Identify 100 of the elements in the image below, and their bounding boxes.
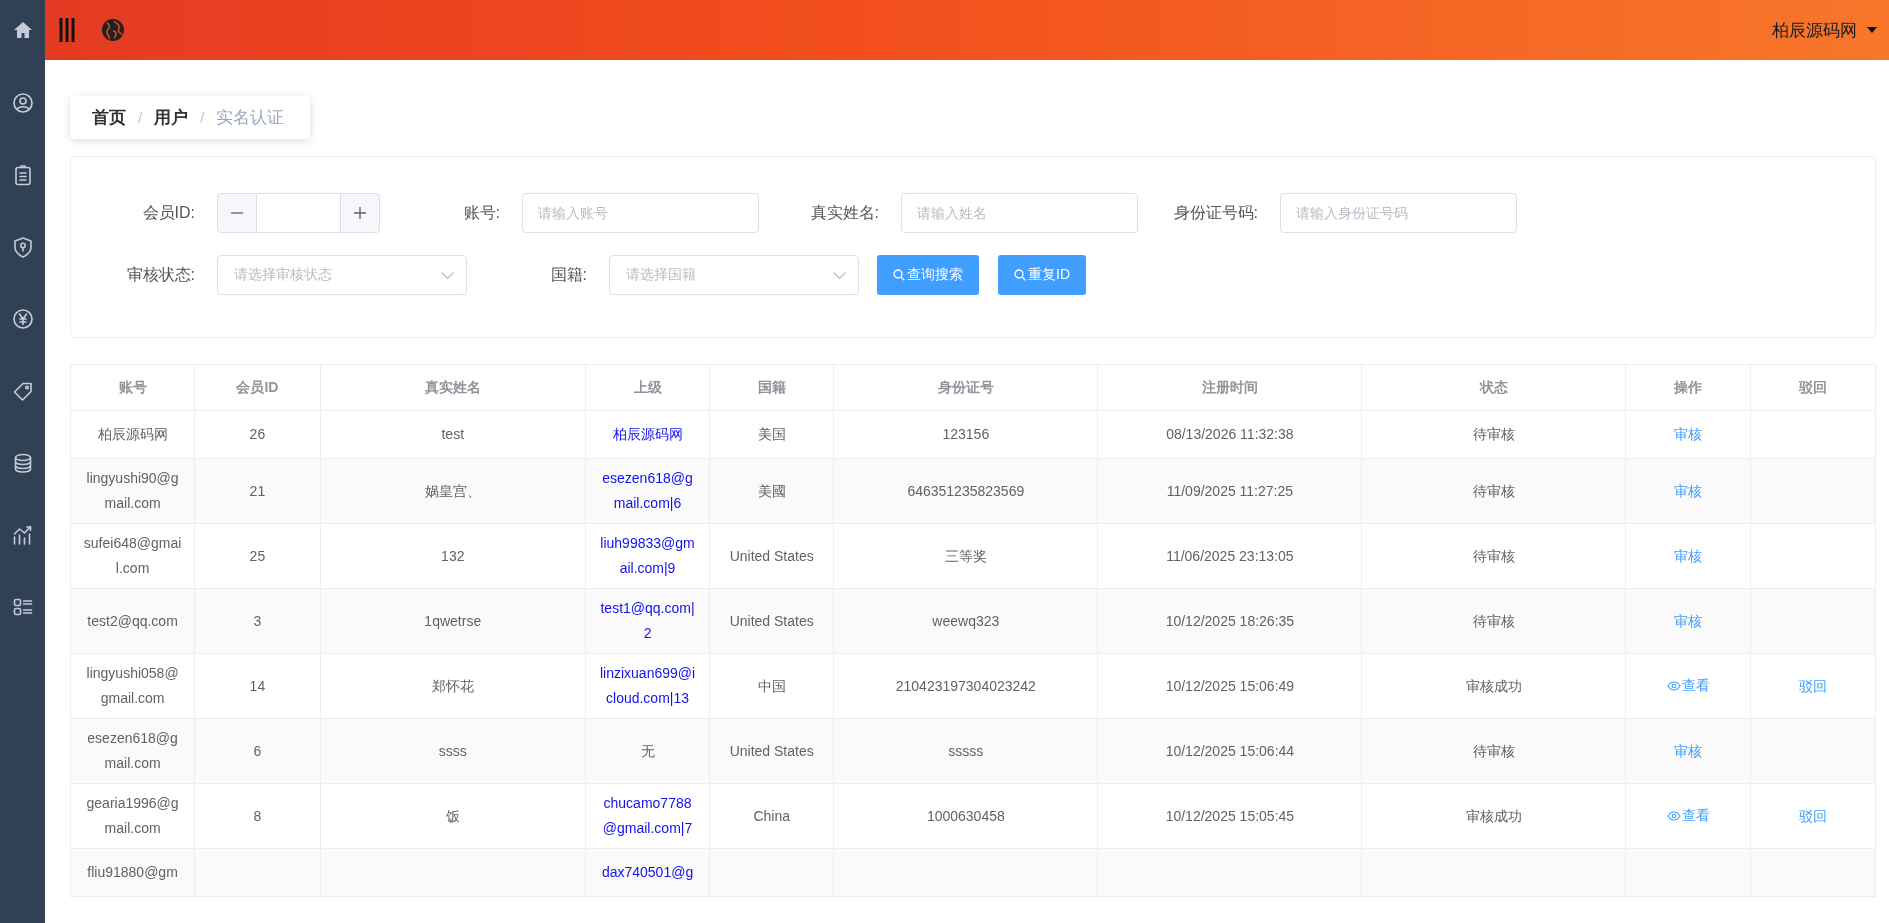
table-cell: 123156	[833, 410, 1098, 459]
search-icon	[1014, 269, 1026, 281]
chevron-down-icon	[833, 271, 846, 279]
search-button[interactable]: 重复ID	[998, 255, 1086, 295]
increment-button[interactable]	[340, 193, 380, 233]
view-link[interactable]: 查看	[1666, 673, 1710, 699]
table-cell: lingyushi058@gmail.com	[70, 653, 195, 719]
reject-link[interactable]: 驳回	[1798, 803, 1827, 829]
table-cell: 132	[320, 523, 586, 589]
text-input[interactable]: 请输入账号	[522, 193, 759, 233]
column-header: 驳回	[1750, 364, 1876, 411]
shield-icon[interactable]	[11, 236, 34, 258]
user-circle-icon[interactable]	[11, 92, 34, 114]
table-cell: 11/06/2025 23:13:05	[1097, 523, 1362, 589]
breadcrumb-item: 实名认证	[216, 107, 285, 129]
table-cell: 21	[194, 458, 321, 524]
search-icon	[893, 269, 905, 281]
table-cell: 待审核	[1361, 523, 1626, 589]
list-icon[interactable]	[11, 596, 34, 618]
review-link[interactable]: 审核	[1674, 543, 1703, 569]
table-cell: lingyushi90@gmail.com	[70, 458, 195, 524]
table-cell: 08/13/2026 11:32:38	[1097, 410, 1362, 459]
table-cell: 8	[194, 783, 321, 849]
field-label: 账号:	[462, 202, 501, 223]
column-header: 账号	[70, 364, 195, 411]
column-header: 注册时间	[1097, 364, 1362, 411]
table-cell: fliu91880@gm	[70, 848, 195, 897]
chevron-down-icon	[441, 271, 454, 279]
column-header: 状态	[1361, 364, 1626, 411]
table-cell: 无	[585, 718, 710, 784]
table-cell: weewq323	[833, 588, 1098, 654]
table-cell: 25	[194, 523, 321, 589]
table-cell: 10/12/2025 15:06:49	[1097, 653, 1362, 719]
line-chart-icon[interactable]	[11, 524, 34, 546]
table-cell: 待审核	[1361, 588, 1626, 654]
table-cell: 中国	[709, 653, 834, 719]
breadcrumb-item[interactable]: 首页	[92, 106, 126, 129]
table-cell: 郑怀花	[320, 653, 586, 719]
menu-icon[interactable]	[59, 17, 75, 43]
number-input[interactable]	[257, 193, 340, 233]
table-cell: 娲皇宫、	[320, 458, 586, 524]
breadcrumb-separator: /	[200, 109, 205, 126]
table-cell: 646351235823569	[833, 458, 1098, 524]
plus-icon	[354, 207, 366, 219]
user-menu[interactable]: 柏辰源码网	[1772, 18, 1877, 42]
table-cell: 210423197304023242	[833, 653, 1098, 719]
globe-icon[interactable]	[101, 18, 125, 42]
table-cell: United States	[709, 523, 834, 589]
table-cell: 待审核	[1361, 718, 1626, 784]
minus-icon	[231, 212, 243, 214]
table-cell: test2@qq.com	[70, 588, 195, 654]
review-link[interactable]: 审核	[1674, 738, 1703, 764]
table-cell: 柏辰源码网	[70, 410, 195, 459]
table-cell: 1qwetrse	[320, 588, 586, 654]
table-cell: 美國	[709, 458, 834, 524]
yen-circle-icon[interactable]	[11, 308, 34, 330]
table-cell: sssss	[833, 718, 1098, 784]
eye-icon	[1666, 810, 1681, 821]
field-label: 会员ID:	[141, 202, 196, 223]
search-button[interactable]: 查询搜索	[877, 255, 979, 295]
table-cell: gearia1996@gmail.com	[70, 783, 195, 849]
table-cell: 饭	[320, 783, 586, 849]
table-cell: 10/12/2025 15:06:44	[1097, 718, 1362, 784]
breadcrumb-separator: /	[138, 109, 143, 126]
column-header: 真实姓名	[320, 364, 586, 411]
column-header: 操作	[1625, 364, 1751, 411]
table-cell: United States	[709, 588, 834, 654]
table-cell: 14	[194, 653, 321, 719]
select-field[interactable]: 请选择审核状态	[217, 255, 467, 295]
text-input[interactable]: 请输入姓名	[901, 193, 1138, 233]
review-link[interactable]: 审核	[1674, 422, 1703, 447]
field-label: 真实姓名:	[809, 202, 880, 223]
table-cell: 26	[194, 410, 321, 459]
column-header: 上级	[585, 364, 710, 411]
table-cell: 10/12/2025 18:26:35	[1097, 588, 1362, 654]
table-cell: 10/12/2025 15:05:45	[1097, 783, 1362, 849]
caret-icon	[1867, 27, 1877, 33]
table-cell: 审核成功	[1361, 653, 1626, 719]
username: 柏辰源码网	[1772, 19, 1857, 42]
table-cell: 6	[194, 718, 321, 784]
table-cell: 美国	[709, 410, 834, 459]
table-cell: ssss	[320, 718, 586, 784]
breadcrumb-item[interactable]: 用户	[154, 106, 189, 129]
table-cell: esezen618@gmail.com	[70, 718, 195, 784]
text-input[interactable]: 请输入身份证号码	[1280, 193, 1517, 233]
review-link[interactable]: 审核	[1674, 478, 1703, 504]
table-cell: 三等奖	[833, 523, 1098, 589]
view-link[interactable]: 查看	[1666, 803, 1710, 829]
reject-link[interactable]: 驳回	[1798, 673, 1827, 699]
field-label: 身份证号码:	[1172, 202, 1259, 223]
field-label: 审核状态:	[125, 264, 196, 285]
select-field[interactable]: 请选择国籍	[609, 255, 859, 295]
table-cell: 待审核	[1361, 410, 1626, 459]
table-cell: China	[709, 783, 834, 849]
column-header: 会员ID	[194, 364, 321, 411]
review-link[interactable]: 审核	[1674, 608, 1703, 634]
tag-icon[interactable]	[11, 380, 34, 402]
column-header: 身份证号	[833, 364, 1098, 411]
column-header: 国籍	[709, 364, 834, 411]
table-cell: sufei648@gmail.com	[70, 523, 195, 589]
